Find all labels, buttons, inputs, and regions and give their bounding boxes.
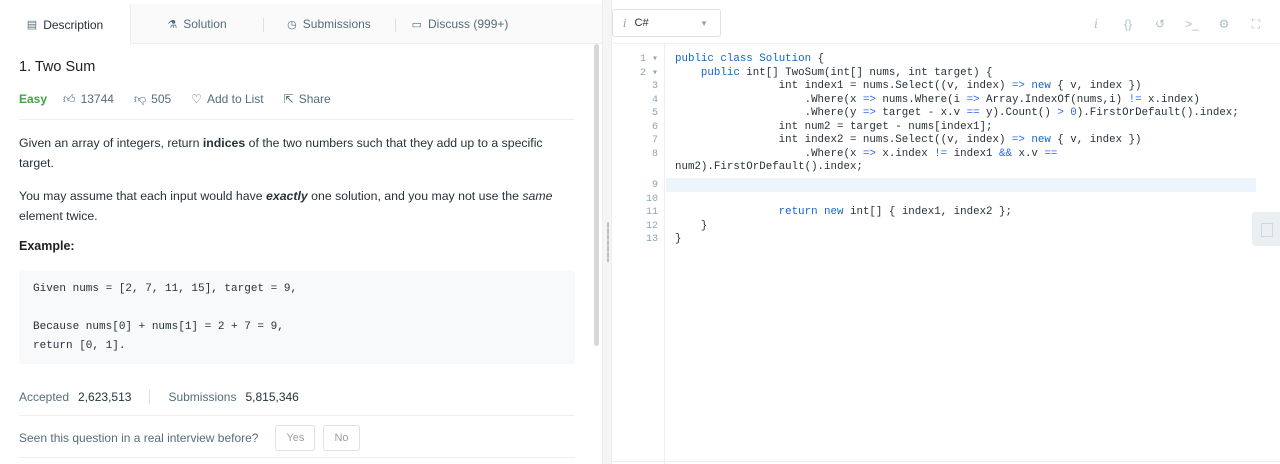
submissions-label: Submissions xyxy=(168,390,237,404)
submissions-value: 5,815,346 xyxy=(245,390,299,404)
code-line: .Where(y => target - x.v == y).Count() >… xyxy=(675,107,1239,119)
clock-icon: ◷ xyxy=(287,18,297,31)
description-scrollbar[interactable] xyxy=(594,44,599,346)
code-line: int index1 = nums.Select((v, index) => n… xyxy=(675,80,1142,92)
editor-actions: i {} ↺ >_ ⚙ ⛶ xyxy=(1074,4,1266,44)
accepted-value: 2,623,513 xyxy=(78,390,132,404)
stats-divider xyxy=(149,390,151,404)
no-button[interactable]: No xyxy=(323,425,360,451)
add-to-list-button[interactable]: ♡ Add to List xyxy=(191,92,263,106)
heart-icon: ♡ xyxy=(191,92,202,106)
problem-panel: ▤ Description ⚗ Solution ◷ Submissions ▭… xyxy=(0,0,602,464)
reset-icon[interactable]: ↺ xyxy=(1150,17,1170,31)
line-number: 8 xyxy=(651,148,658,160)
thumbs-up-icon: 👍︎ xyxy=(63,91,76,106)
tab-solution[interactable]: ⚗ Solution xyxy=(131,4,263,44)
submission-stats: Accepted 2,623,513 Submissions 5,815,346 xyxy=(19,390,299,404)
divider xyxy=(612,461,1280,462)
settings-icon[interactable]: ⚙ xyxy=(1214,17,1234,31)
problem-title: 1. Two Sum xyxy=(19,59,96,75)
code-line: num2).FirstOrDefault().index; xyxy=(675,161,863,173)
code-line: return new int[] { index1, index2 }; xyxy=(778,206,1012,218)
line-number: 4 xyxy=(651,94,658,106)
accepted-label: Accepted xyxy=(19,390,70,404)
divider xyxy=(19,119,575,120)
line-number: 13 xyxy=(645,234,658,245)
code-line: public class Solution { xyxy=(675,53,825,65)
chevron-down-icon: ▼ xyxy=(700,18,708,28)
discuss-icon: ▭ xyxy=(411,18,423,31)
difficulty-badge: Easy xyxy=(19,92,48,106)
line-number: 5 xyxy=(651,108,658,119)
panel-splitter[interactable] xyxy=(602,0,612,464)
line-number xyxy=(612,161,658,175)
example-line: Because nums[0] + nums[1] = 2 + 7 = 9, xyxy=(33,321,284,333)
editor-toolbar: i C# ▼ i {} ↺ >_ ⚙ ⛶ xyxy=(612,4,1280,44)
example-code-block: Given nums = [2, 7, 11, 15], target = 9,… xyxy=(19,271,575,364)
line-number: 3 xyxy=(651,81,658,92)
flask-icon: ⚗ xyxy=(167,18,178,31)
divider xyxy=(19,457,575,458)
example-heading: Example: xyxy=(19,239,75,253)
tab-discuss[interactable]: ▭ Discuss (999+) xyxy=(395,4,525,44)
line-number: 12 xyxy=(645,220,658,232)
thumbs-down-icon: 👎︎ xyxy=(133,91,147,106)
line-number: 7 xyxy=(651,135,658,146)
code-line: } xyxy=(675,219,708,232)
code-line: .Where(x => x.index != index1 && x.v == xyxy=(675,147,1058,160)
dislike-button[interactable]: 👎︎ 505 xyxy=(134,92,171,107)
drag-handle-icon xyxy=(607,222,609,262)
interview-prompt: Seen this question in a real interview b… xyxy=(19,425,360,451)
share-icon: ⇱ xyxy=(283,92,294,106)
console-icon[interactable]: >_ xyxy=(1182,17,1202,31)
line-number: 1 ▾ xyxy=(639,54,658,65)
code-line: .Where(x => nums.Where(i => Array.IndexO… xyxy=(675,93,1200,106)
line-number: 6 xyxy=(651,121,658,133)
example-line: Given nums = [2, 7, 11, 15], target = 9, xyxy=(33,283,298,295)
line-number: 9 xyxy=(651,180,658,191)
description-paragraph: Given an array of integers, return indic… xyxy=(19,136,543,170)
code-line: int num2 = target - nums[index1]; xyxy=(675,120,993,133)
code-line: } xyxy=(675,233,682,245)
line-number: 11 xyxy=(645,207,658,218)
line-number-gutter: 1 ▾ 2 ▾ 3 4 5 6 7 8 9 10 11 12 13 xyxy=(612,44,665,464)
yes-button[interactable]: Yes xyxy=(275,425,316,451)
divider xyxy=(19,415,575,416)
line-number: 2 ▾ xyxy=(639,67,658,79)
code-editor[interactable]: 1 ▾ 2 ▾ 3 4 5 6 7 8 9 10 11 12 13 public… xyxy=(612,44,1280,464)
like-button[interactable]: 👍︎ 13744 xyxy=(63,92,114,107)
line-number: 10 xyxy=(645,193,658,205)
active-line-highlight xyxy=(666,178,1256,192)
side-panel-toggle[interactable] xyxy=(1252,212,1280,246)
problem-tabs: ▤ Description ⚗ Solution ◷ Submissions ▭… xyxy=(0,4,602,45)
info-icon[interactable]: i xyxy=(1086,17,1106,31)
info-icon: i xyxy=(623,16,627,30)
description-paragraph: You may assume that each input would hav… xyxy=(19,189,553,223)
interview-question: Seen this question in a real interview b… xyxy=(19,431,259,445)
code-line: int index2 = nums.Select((v, index) => n… xyxy=(675,134,1142,146)
code-panel: i C# ▼ i {} ↺ >_ ⚙ ⛶ 1 ▾ 2 ▾ 3 4 5 6 7 8… xyxy=(612,0,1280,464)
code-line: public int[] TwoSum(int[] nums, int targ… xyxy=(700,66,993,79)
share-button[interactable]: ⇱ Share xyxy=(284,92,331,106)
language-value: C# xyxy=(634,17,649,29)
fullscreen-icon[interactable]: ⛶ xyxy=(1246,17,1266,32)
problem-meta: Easy 👍︎ 13744 👎︎ 505 ♡ Add to List ⇱ Sha… xyxy=(19,91,351,107)
language-select[interactable]: i C# ▼ xyxy=(612,9,721,37)
example-line: return [0, 1]. xyxy=(33,340,126,352)
tab-submissions[interactable]: ◷ Submissions xyxy=(263,4,395,44)
description-icon: ▤ xyxy=(26,19,38,31)
braces-icon[interactable]: {} xyxy=(1118,17,1138,31)
tab-description[interactable]: ▤ Description xyxy=(0,4,131,45)
